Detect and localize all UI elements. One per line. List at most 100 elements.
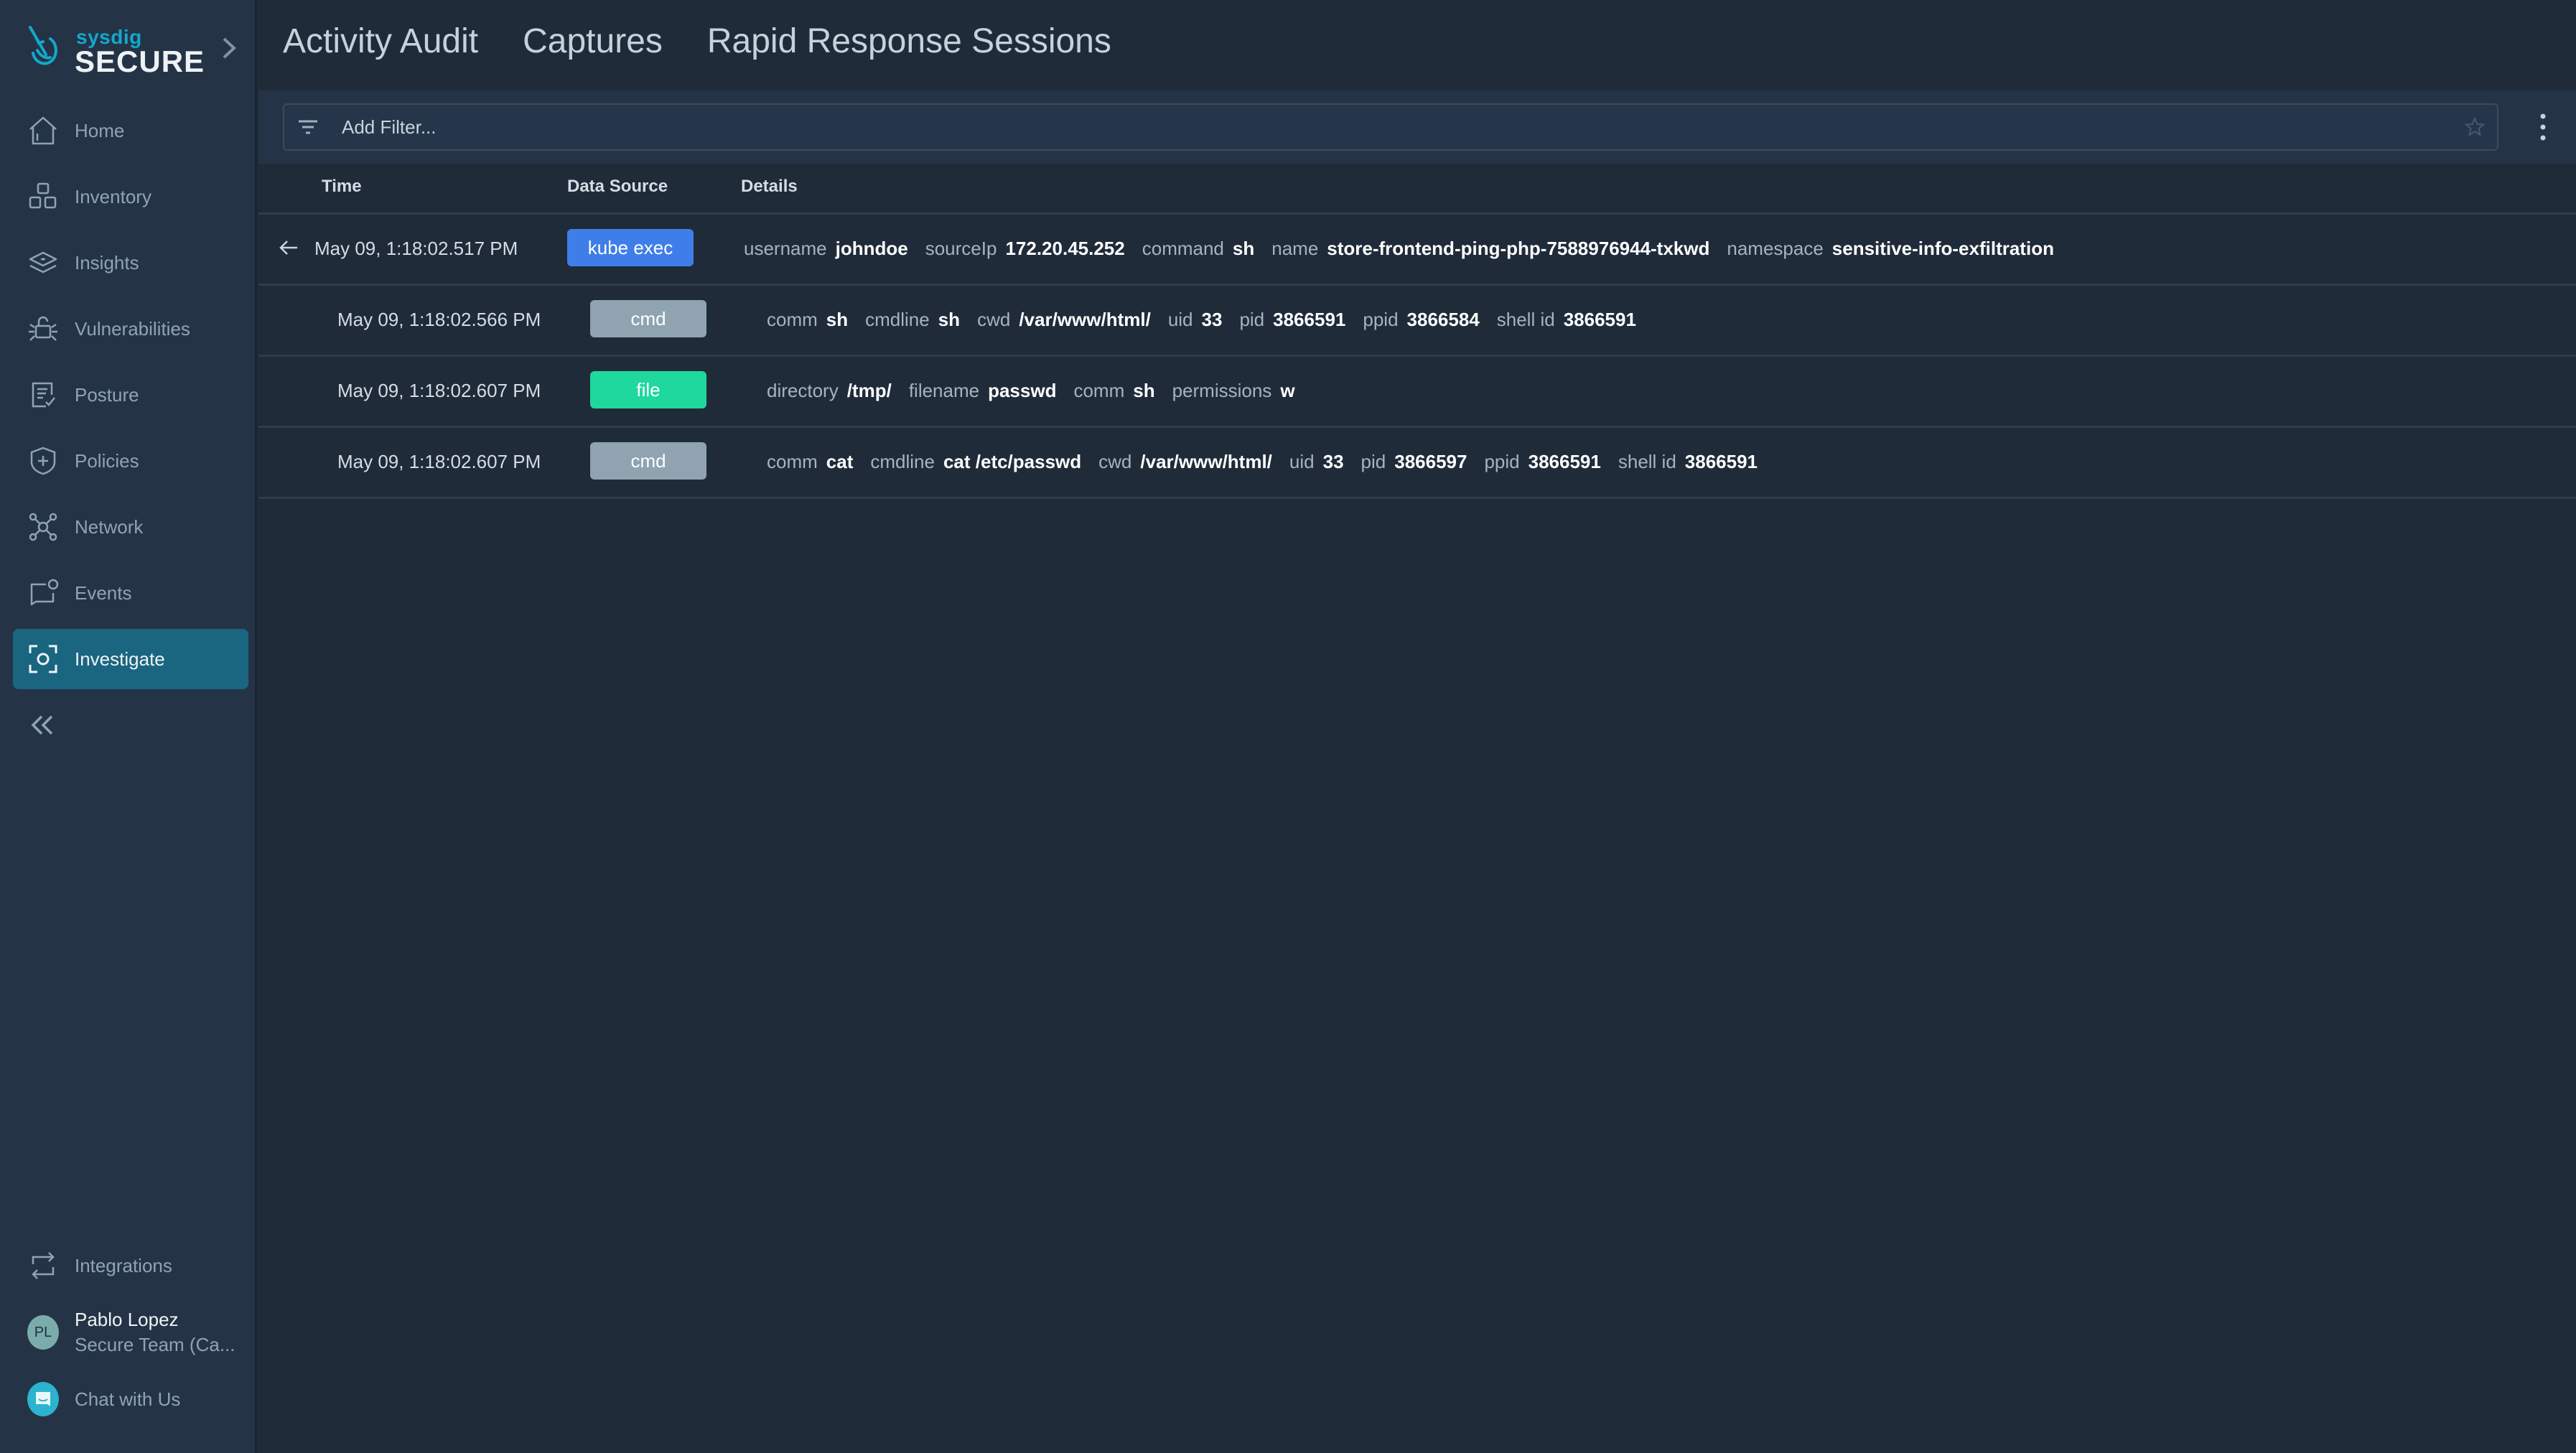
detail-value[interactable]: passwd [988,380,1056,401]
data-source-badge[interactable]: kube exec [567,229,694,266]
chat-icon-wrapper [27,1382,59,1416]
more-options-icon[interactable] [2536,111,2550,144]
tab-captures[interactable]: Captures [523,22,663,61]
detail-value[interactable]: cat [826,451,854,472]
insights-icon [27,247,59,279]
detail-value[interactable]: johndoe [836,238,908,259]
sidebar-item-vulnerabilities[interactable]: Vulnerabilities [13,299,248,359]
detail-value[interactable]: sh [938,309,960,330]
sidebar-item-label: Inventory [75,185,151,207]
detail-key: directory [767,380,839,401]
table-row[interactable]: May 09, 1:18:02.607 PM cmd comm cat cmdlin… [258,428,2576,499]
row-time: May 09, 1:18:02.607 PM [337,451,541,472]
back-arrow-icon[interactable] [277,236,300,259]
data-source-badge[interactable]: file [590,371,706,408]
sidebar-item-integrations[interactable]: Integrations [13,1235,248,1297]
sidebar-item-posture[interactable]: Posture [13,365,248,425]
sidebar-item-label: Integrations [75,1254,172,1276]
sidebar-bottom: Integrations PL Pablo Lopez Secure Team … [13,1235,248,1430]
detail-key: pid [1361,451,1386,472]
sidebar-item-network[interactable]: Network [13,497,248,557]
sidebar-item-label: Home [75,119,125,141]
detail-value[interactable]: 33 [1323,451,1344,472]
avatar: PL [27,1315,59,1350]
data-source-badge[interactable]: cmd [590,442,706,480]
tab-rapid-response-sessions[interactable]: Rapid Response Sessions [707,22,1111,61]
posture-icon [27,379,59,411]
detail-value[interactable]: 3866591 [1273,309,1345,330]
star-icon[interactable] [2464,116,2486,138]
sidebar-item-label: Insights [75,251,139,274]
detail-value[interactable]: cat /etc/passwd [943,451,1081,472]
detail-value[interactable]: /var/www/html/ [1140,451,1272,472]
chat-with-us-button[interactable]: Chat with Us [13,1368,248,1430]
detail-value[interactable]: 3866591 [1564,309,1636,330]
detail-value[interactable]: /tmp/ [847,380,892,401]
detail-key: ppid [1363,309,1399,330]
sidebar-item-policies[interactable]: Policies [13,431,248,491]
investigate-tabs: Activity Audit Captures Rapid Response S… [283,22,1111,61]
sidebar-item-inventory[interactable]: Inventory [13,167,248,227]
chevron-right-icon[interactable] [220,36,238,60]
table-row[interactable]: May 09, 1:18:02.607 PM file directory/tm… [258,357,2576,428]
policies-icon [27,445,59,477]
detail-key: sourceIp [925,238,997,259]
sidebar-item-investigate[interactable]: Investigate [13,629,248,689]
user-profile[interactable]: PL Pablo Lopez Secure Team (Ca... [13,1297,248,1368]
integrations-icon [27,1250,59,1281]
detail-value[interactable]: 3866584 [1407,309,1480,330]
sidebar-item-events[interactable]: Events [13,563,248,623]
detail-value[interactable]: 172.20.45.252 [1005,238,1124,259]
detail-value[interactable]: sh [1133,380,1154,401]
row-details: directory/tmp/filename passwd comm sh permis… [767,380,1312,402]
sysdig-shovel-icon [29,26,57,65]
detail-key: username [744,238,827,259]
data-source-badge[interactable]: cmd [590,300,706,337]
filter-input[interactable] [340,115,2464,139]
tab-activity-audit[interactable]: Activity Audit [283,22,478,61]
sidebar-item-label: Vulnerabilities [75,317,190,340]
detail-key: command [1142,238,1224,259]
detail-value[interactable]: /var/www/html/ [1019,309,1151,330]
sidebar-item-home[interactable]: Home [13,101,248,161]
main-content: Activity Audit Captures Rapid Response S… [258,0,2576,1453]
sidebar-item-label: Posture [75,383,139,406]
detail-key: ppid [1484,451,1520,472]
detail-key: cwd [1098,451,1132,472]
column-header-data-source[interactable]: Data Source [567,177,668,197]
detail-value[interactable]: sh [1233,238,1254,259]
sidebar-item-label: Network [75,515,144,538]
detail-key: comm [767,451,818,472]
detail-value[interactable]: 3866591 [1529,451,1601,472]
collapse-sidebar-icon[interactable] [29,711,57,739]
sidebar-item-insights[interactable]: Insights [13,233,248,293]
detail-value[interactable]: sensitive-info-exfiltration [1832,238,2054,259]
row-details: comm cat cmdline cat /etc/passwd cwd/var/www… [767,451,1775,473]
detail-key: cwd [977,309,1011,330]
row-details: username johndoe sourceIp 172.20.45.252 comm… [744,238,2071,260]
sysdig-secure-logo[interactable]: sysdig SECURE [26,22,241,79]
row-time: May 09, 1:18:02.607 PM [337,380,541,401]
detail-value[interactable]: store-frontend-ping-php-7588976944-txkwd [1327,238,1709,259]
detail-key: comm [767,309,818,330]
detail-key: permissions [1172,380,1272,401]
detail-key: comm [1073,380,1125,401]
table-row[interactable]: May 09, 1:18:02.517 PM kube exec usernam… [258,215,2576,286]
detail-key: shell id [1496,309,1555,330]
detail-value[interactable]: 3866597 [1394,451,1467,472]
detail-value[interactable]: 33 [1202,309,1223,330]
table-header: Time Data Source Details [258,164,2576,215]
detail-value[interactable]: w [1280,380,1294,401]
activity-table-body: May 09, 1:18:02.517 PM kube exec usernam… [258,215,2576,499]
detail-value[interactable]: 3866591 [1685,451,1758,472]
user-name: Pablo Lopez [75,1309,179,1330]
detail-value[interactable]: sh [826,309,848,330]
column-header-time[interactable]: Time [322,177,362,197]
detail-key: shell id [1618,451,1676,472]
user-info: Pablo Lopez Secure Team (Ca... [75,1309,235,1356]
table-row[interactable]: May 09, 1:18:02.566 PM cmd comm sh cmdline… [258,286,2576,357]
column-header-details[interactable]: Details [741,177,798,197]
vulnerabilities-icon [27,313,59,345]
filter-box[interactable] [283,103,2498,151]
sidebar-item-label: Events [75,581,132,604]
